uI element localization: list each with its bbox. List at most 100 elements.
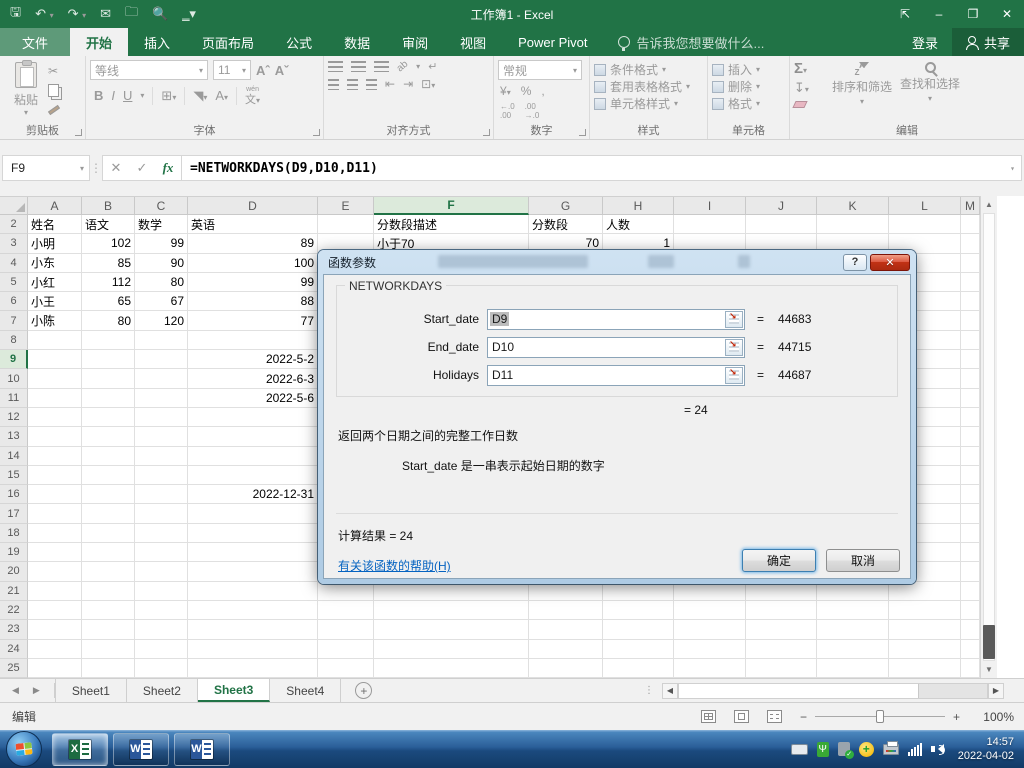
- grid-cell-H25[interactable]: [603, 659, 674, 678]
- grid-cell-D8[interactable]: [188, 331, 318, 350]
- login-button[interactable]: 登录: [898, 28, 952, 56]
- column-header-H[interactable]: H: [603, 197, 674, 215]
- dialog-title-bar[interactable]: 函数参数 ? ✕: [318, 250, 916, 274]
- fill-down-icon[interactable]: ↧▾: [794, 80, 824, 96]
- grid-cell-A11[interactable]: [28, 389, 82, 408]
- grid-cell-J25[interactable]: [746, 659, 817, 678]
- number-dialog-launcher-icon[interactable]: [579, 129, 586, 136]
- sheet-nav-left-icon[interactable]: ◀: [12, 685, 19, 696]
- grid-cell-C22[interactable]: [135, 601, 188, 620]
- grid-cell-M7[interactable]: [961, 311, 980, 330]
- grid-cell-L22[interactable]: [889, 601, 961, 620]
- grid-cell-B3[interactable]: 102: [82, 234, 135, 253]
- autosum-icon[interactable]: Σ▾: [794, 60, 824, 77]
- grid-cell-K22[interactable]: [817, 601, 889, 620]
- grid-cell-A21[interactable]: [28, 582, 82, 601]
- grid-cell-M24[interactable]: [961, 640, 980, 659]
- grid-cell-C23[interactable]: [135, 620, 188, 639]
- align-right-icon[interactable]: [366, 79, 377, 90]
- grid-cell-C24[interactable]: [135, 640, 188, 659]
- tell-me-box[interactable]: 告诉我您想要做什么...: [618, 28, 765, 56]
- grid-cell-K24[interactable]: [817, 640, 889, 659]
- argument-input-end_date[interactable]: D10: [487, 337, 745, 358]
- enter-entry-icon[interactable]: ✓: [129, 160, 155, 176]
- grid-cell-B18[interactable]: [82, 524, 135, 543]
- ok-button[interactable]: 确定: [742, 549, 816, 572]
- grid-cell-B4[interactable]: 85: [82, 254, 135, 273]
- column-header-E[interactable]: E: [318, 197, 374, 215]
- grid-cell-D11[interactable]: 2022-5-6: [188, 389, 318, 408]
- grid-cell-L23[interactable]: [889, 620, 961, 639]
- font-size-select[interactable]: 11▾: [213, 60, 251, 80]
- grid-cell-J23[interactable]: [746, 620, 817, 639]
- row-header-19[interactable]: 19: [0, 543, 28, 562]
- grid-cell-K2[interactable]: [817, 215, 889, 234]
- accounting-format-icon[interactable]: ¥▾: [500, 84, 511, 98]
- tray-antivirus-icon[interactable]: +: [859, 742, 874, 757]
- grid-cell-L2[interactable]: [889, 215, 961, 234]
- grid-cell-M19[interactable]: [961, 543, 980, 562]
- grid-cell-B15[interactable]: [82, 466, 135, 485]
- cancel-button[interactable]: 取消: [826, 549, 900, 572]
- number-format-select[interactable]: 常规▾: [498, 60, 582, 80]
- grid-cell-E25[interactable]: [318, 659, 374, 678]
- grid-cell-M2[interactable]: [961, 215, 980, 234]
- scroll-right-icon[interactable]: ▶: [988, 683, 1004, 699]
- redo-icon[interactable]: ↷ ▾: [68, 6, 87, 22]
- grid-cell-B17[interactable]: [82, 504, 135, 523]
- grid-cell-J24[interactable]: [746, 640, 817, 659]
- column-header-J[interactable]: J: [746, 197, 817, 215]
- grid-cell-B21[interactable]: [82, 582, 135, 601]
- grid-cell-D25[interactable]: [188, 659, 318, 678]
- tab-公式[interactable]: 公式: [270, 28, 328, 56]
- underline-button[interactable]: U: [123, 88, 132, 103]
- grid-cell-L21[interactable]: [889, 582, 961, 601]
- zoom-slider-thumb[interactable]: [876, 710, 884, 723]
- taskbar-clock[interactable]: 14:57 2022-04-02: [958, 735, 1014, 763]
- grid-cell-B12[interactable]: [82, 408, 135, 427]
- grid-cell-G2[interactable]: 分数段: [529, 215, 603, 234]
- page-break-view-icon[interactable]: [767, 710, 782, 723]
- grid-cell-G22[interactable]: [529, 601, 603, 620]
- grid-cell-B6[interactable]: 65: [82, 292, 135, 311]
- column-header-K[interactable]: K: [817, 197, 889, 215]
- grid-cell-F2[interactable]: 分数段描述: [374, 215, 529, 234]
- format-painter-icon[interactable]: [48, 105, 60, 115]
- comma-style-icon[interactable]: ,: [541, 84, 544, 98]
- grid-cell-A25[interactable]: [28, 659, 82, 678]
- row-header-9[interactable]: 9: [0, 350, 28, 369]
- collapse-dialog-icon[interactable]: [725, 367, 743, 384]
- argument-input-holidays[interactable]: D11: [487, 365, 745, 386]
- row-header-24[interactable]: 24: [0, 640, 28, 659]
- grid-cell-C20[interactable]: [135, 562, 188, 581]
- grid-cell-C18[interactable]: [135, 524, 188, 543]
- font-color-icon[interactable]: A▾: [215, 88, 228, 103]
- row-header-7[interactable]: 7: [0, 311, 28, 330]
- column-header-B[interactable]: B: [82, 197, 135, 215]
- sort-filter-button[interactable]: AZ 排序和筛选 ▾: [832, 60, 892, 123]
- grid-cell-M16[interactable]: [961, 485, 980, 504]
- grid-cell-D10[interactable]: 2022-6-3: [188, 369, 318, 388]
- grid-cell-F21[interactable]: [374, 582, 529, 601]
- grid-cell-D4[interactable]: 100: [188, 254, 318, 273]
- grid-cell-A12[interactable]: [28, 408, 82, 427]
- tray-keyboard-icon[interactable]: [791, 744, 808, 755]
- new-sheet-button[interactable]: +: [355, 682, 372, 699]
- grid-cell-G24[interactable]: [529, 640, 603, 659]
- share-button[interactable]: 共享: [952, 28, 1024, 56]
- undo-icon[interactable]: ↶ ▾: [35, 6, 54, 22]
- grid-cell-H24[interactable]: [603, 640, 674, 659]
- phonetic-guide-icon[interactable]: wén文▾: [245, 85, 260, 106]
- grid-cell-K25[interactable]: [817, 659, 889, 678]
- grid-cell-F23[interactable]: [374, 620, 529, 639]
- grid-cell-I21[interactable]: [674, 582, 746, 601]
- grid-cell-G21[interactable]: [529, 582, 603, 601]
- grid-cell-F24[interactable]: [374, 640, 529, 659]
- grid-cell-I2[interactable]: [674, 215, 746, 234]
- scroll-left-icon[interactable]: ◀: [662, 683, 678, 699]
- dialog-close-button[interactable]: ✕: [870, 254, 910, 271]
- grid-cell-C3[interactable]: 99: [135, 234, 188, 253]
- grid-cell-A24[interactable]: [28, 640, 82, 659]
- grid-cell-I23[interactable]: [674, 620, 746, 639]
- tray-network-signal-icon[interactable]: [908, 743, 922, 756]
